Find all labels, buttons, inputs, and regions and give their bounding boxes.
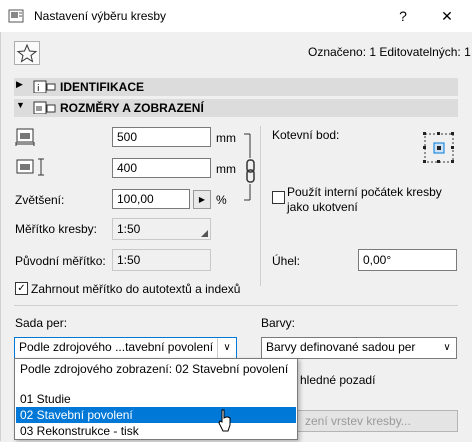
angle-field[interactable]: 0,00° xyxy=(358,249,457,271)
anchor-label: Kotevní bod: xyxy=(272,128,340,142)
section-label: IDENTIFIKACE xyxy=(60,80,144,94)
dropdown-option[interactable]: 01 Studie xyxy=(16,391,296,407)
separator xyxy=(14,305,458,306)
section-dimensions[interactable]: ▼ ROZMĚRY A ZOBRAZENÍ xyxy=(14,99,458,117)
play-arrow-icon: ▶ xyxy=(198,195,206,204)
pen-set-value: Podle zdrojového ...tavební povolení xyxy=(19,340,214,354)
corner-arrow-icon xyxy=(201,230,208,237)
section-label: ROZMĚRY A ZOBRAZENÍ xyxy=(60,101,204,115)
original-scale-label: Původní měřítko: xyxy=(15,254,106,268)
collapse-arrow-icon: ▼ xyxy=(16,100,25,110)
pen-set-select[interactable]: Podle zdrojového ...tavební povolení ∨ xyxy=(14,337,237,359)
height-icon xyxy=(16,158,44,176)
colors-label: Barvy: xyxy=(261,316,296,330)
star-icon xyxy=(16,43,38,63)
background-label-partial: hledné pozadí xyxy=(300,373,376,387)
scale-field[interactable]: 1:50 xyxy=(112,218,211,240)
zoom-field[interactable]: 100,00 xyxy=(112,189,190,209)
checkmark-icon: ✓ xyxy=(17,283,26,294)
colors-select[interactable]: Barvy definované sadou per ∨ xyxy=(261,337,457,359)
section-identification[interactable]: ▶ i IDENTIFIKACE xyxy=(14,78,458,96)
scale-label: Měřítko kresby: xyxy=(15,222,98,236)
pen-set-dropdown: Podle zdrojového zobrazení: 02 Stavební … xyxy=(14,358,298,440)
chain-link-icon[interactable] xyxy=(240,130,260,204)
dropdown-option-selected[interactable]: 02 Stavební povolení xyxy=(16,407,296,423)
anchor-point-grid[interactable] xyxy=(422,131,456,165)
include-scale-label: Zahrnout měřítko do autotextů a indexů xyxy=(31,282,241,296)
width-unit: mm xyxy=(216,131,236,145)
internal-origin-label: Použít interní počátek kresby xyxy=(287,185,442,199)
include-scale-checkbox[interactable]: ✓ xyxy=(15,282,28,295)
width-field[interactable]: 500 xyxy=(112,127,211,147)
chevron-down-icon: ∨ xyxy=(217,338,236,358)
tag-icon: i xyxy=(33,80,56,93)
pen-set-label: Sada per: xyxy=(15,316,68,330)
favorites-button[interactable] xyxy=(14,41,40,65)
window-title: Nastavení výběru kresby xyxy=(34,9,167,23)
mouse-cursor-icon xyxy=(218,409,231,432)
zoom-label: Zvětšení: xyxy=(15,193,65,207)
original-scale-field: 1:50 xyxy=(112,249,211,271)
height-unit: mm xyxy=(216,162,236,176)
column-divider xyxy=(260,126,261,286)
width-icon xyxy=(15,128,35,146)
height-field[interactable]: 400 xyxy=(112,158,211,178)
help-button[interactable]: ? xyxy=(392,6,414,26)
internal-origin-checkbox[interactable] xyxy=(272,191,285,204)
selection-status: Označeno: 1 Editovatelných: 1 xyxy=(308,45,471,59)
dropdown-option[interactable]: 03 Rekonstrukce - tisk xyxy=(16,423,296,439)
angle-label: Úhel: xyxy=(272,254,301,268)
scale-value: 1:50 xyxy=(117,222,141,236)
dropdown-option[interactable]: Podle zdrojového zobrazení: 02 Stavební … xyxy=(16,361,296,377)
expand-arrow-icon: ▶ xyxy=(16,79,23,89)
dimensions-icon xyxy=(33,101,56,114)
app-icon xyxy=(8,9,24,23)
chevron-down-icon: ∨ xyxy=(443,342,451,353)
close-button[interactable]: ✕ xyxy=(436,6,458,26)
internal-origin-label-2: jako ukotvení xyxy=(287,200,358,214)
svg-text:i: i xyxy=(37,84,40,93)
zoom-menu-button[interactable]: ▶ xyxy=(193,190,211,209)
zoom-unit: % xyxy=(216,193,227,207)
title-bar: Nastavení výběru kresby ? ✕ xyxy=(0,0,472,32)
colors-value: Barvy definované sadou per xyxy=(266,340,416,354)
